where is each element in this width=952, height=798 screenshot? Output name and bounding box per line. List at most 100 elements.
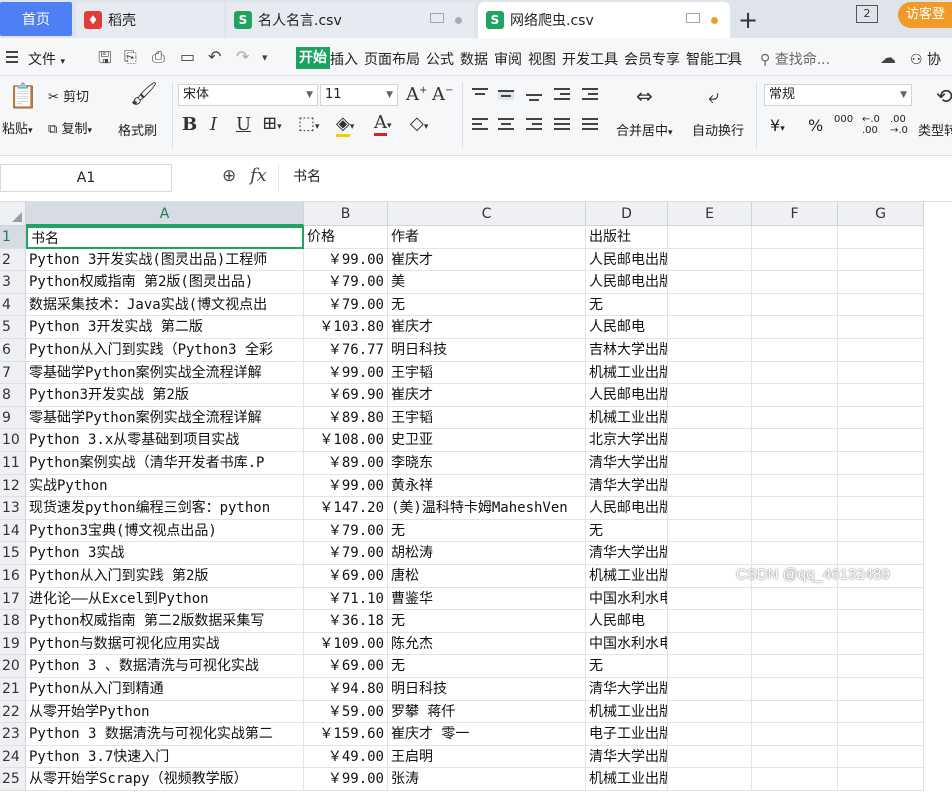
- row-header[interactable]: 17: [0, 587, 26, 611]
- table-cell[interactable]: [668, 271, 752, 294]
- row-header[interactable]: 19: [0, 632, 26, 656]
- table-cell[interactable]: ￥36.18: [304, 610, 388, 633]
- table-cell[interactable]: 李晓东: [388, 452, 586, 475]
- table-cell[interactable]: [752, 497, 838, 520]
- table-cell[interactable]: [668, 587, 752, 611]
- table-cell[interactable]: 进化论——从Excel到Python: [26, 587, 304, 611]
- table-cell[interactable]: [668, 723, 752, 746]
- underline-icon[interactable]: U: [236, 114, 251, 135]
- table-cell[interactable]: [838, 293, 924, 317]
- column-header-g[interactable]: G: [838, 202, 924, 226]
- active-cell[interactable]: 书名: [26, 226, 304, 249]
- table-cell[interactable]: 崔庆才: [388, 248, 586, 272]
- table-cell[interactable]: [752, 429, 838, 452]
- table-cell[interactable]: [752, 474, 838, 498]
- table-cell[interactable]: [668, 678, 752, 701]
- table-cell[interactable]: Python从入门到实践（Python3 全彩: [26, 339, 304, 362]
- table-cell[interactable]: 无: [586, 655, 668, 678]
- table-cell[interactable]: [838, 587, 924, 611]
- menu-start[interactable]: 开始: [296, 47, 330, 69]
- menu-review[interactable]: 审阅: [494, 49, 522, 69]
- table-cell[interactable]: ￥94.80: [304, 678, 388, 701]
- column-header-a[interactable]: A: [26, 202, 304, 226]
- table-cell[interactable]: [752, 587, 838, 611]
- table-cell[interactable]: [752, 248, 838, 272]
- table-cell[interactable]: 黄永祥: [388, 474, 586, 498]
- table-cell[interactable]: Python权威指南 第2版(图灵出品): [26, 271, 304, 294]
- menu-smart-tools[interactable]: 智能工具: [686, 49, 742, 69]
- table-cell[interactable]: ￥79.00: [304, 519, 388, 543]
- currency-format-button[interactable]: ¥▾: [770, 116, 785, 135]
- table-cell[interactable]: 张涛: [388, 768, 586, 791]
- align-center-icon[interactable]: [498, 118, 514, 133]
- table-cell[interactable]: [752, 632, 838, 656]
- row-header[interactable]: 22: [0, 700, 26, 724]
- row-header[interactable]: 11: [0, 452, 26, 475]
- cut-button[interactable]: ✂ 剪切: [48, 86, 89, 105]
- tab-status-dot-icon[interactable]: [455, 17, 462, 24]
- table-cell[interactable]: [668, 293, 752, 317]
- table-cell[interactable]: Python从入门到实践 第2版: [26, 565, 304, 588]
- quick-access-more-icon[interactable]: ▾: [262, 51, 268, 64]
- table-cell[interactable]: Python 3开发实战(图灵出品)工程师: [26, 248, 304, 272]
- name-box[interactable]: A1: [0, 164, 172, 192]
- table-cell[interactable]: 从零开始学Scrapy（视频教学版）: [26, 768, 304, 791]
- copy-button[interactable]: ⧉ 复制▾: [48, 118, 92, 137]
- table-cell[interactable]: [838, 700, 924, 724]
- table-cell[interactable]: 人民邮电出版社: [586, 384, 668, 407]
- row-header[interactable]: 14: [0, 519, 26, 543]
- row-header[interactable]: 21: [0, 678, 26, 701]
- table-cell[interactable]: ￥69.90: [304, 384, 388, 407]
- row-header[interactable]: 1: [0, 226, 26, 249]
- table-cell[interactable]: [668, 248, 752, 272]
- table-cell[interactable]: Python案例实战（清华开发者书库.P: [26, 452, 304, 475]
- select-all-button[interactable]: [0, 202, 26, 226]
- tab-docer[interactable]: ♦ 稻壳: [76, 2, 224, 38]
- tab-file-crawler[interactable]: S 网络爬虫.csv: [478, 2, 730, 38]
- justify-icon[interactable]: [554, 118, 570, 133]
- type-convert-icon[interactable]: ⟲: [936, 84, 952, 108]
- table-cell[interactable]: [838, 361, 924, 385]
- table-cell[interactable]: Python 3开发实战 第二版: [26, 316, 304, 339]
- table-cell[interactable]: [752, 271, 838, 294]
- table-cell[interactable]: [838, 497, 924, 520]
- command-search[interactable]: ⚲ 查找命...: [760, 49, 830, 69]
- zoom-lookup-icon[interactable]: ⊕: [222, 166, 236, 186]
- number-format-select[interactable]: 常规 ▼: [764, 84, 912, 106]
- table-cell[interactable]: [838, 248, 924, 272]
- clear-format-icon[interactable]: ◇▾: [410, 113, 428, 134]
- table-cell[interactable]: 明日科技: [388, 339, 586, 362]
- table-cell[interactable]: [668, 610, 752, 633]
- table-cell[interactable]: 罗攀 蒋仟: [388, 700, 586, 724]
- table-cell[interactable]: 清华大学出版社: [586, 474, 668, 498]
- table-cell[interactable]: [668, 384, 752, 407]
- table-cell[interactable]: 唐松: [388, 565, 586, 588]
- table-cell[interactable]: [838, 474, 924, 498]
- table-cell[interactable]: [752, 339, 838, 362]
- menu-member[interactable]: 会员专享: [624, 49, 680, 69]
- table-cell[interactable]: 中国水利水电出版社: [586, 632, 668, 656]
- table-cell[interactable]: 机械工业出版社: [586, 565, 668, 588]
- visitor-login-button[interactable]: 访客登: [898, 2, 952, 28]
- table-cell[interactable]: 清华大学出版社: [586, 542, 668, 565]
- table-cell[interactable]: [752, 293, 838, 317]
- column-header-e[interactable]: E: [668, 202, 752, 226]
- table-cell[interactable]: 王启明: [388, 745, 586, 769]
- table-cell[interactable]: [752, 226, 838, 249]
- row-header[interactable]: 20: [0, 655, 26, 678]
- table-cell[interactable]: 无: [388, 610, 586, 633]
- formula-input[interactable]: 书名: [278, 164, 952, 192]
- table-cell[interactable]: [838, 678, 924, 701]
- table-cell[interactable]: [838, 316, 924, 339]
- table-cell[interactable]: 出版社: [586, 226, 668, 249]
- table-cell[interactable]: [752, 452, 838, 475]
- table-cell[interactable]: [668, 429, 752, 452]
- align-right-icon[interactable]: [526, 118, 542, 133]
- monitor-icon[interactable]: [430, 13, 444, 23]
- table-cell[interactable]: [752, 406, 838, 430]
- table-cell[interactable]: 作者: [388, 226, 586, 249]
- table-cell[interactable]: Python3宝典(博文视点出品): [26, 519, 304, 543]
- table-cell[interactable]: [668, 497, 752, 520]
- table-cell[interactable]: Python 3 数据清洗与可视化实战第二: [26, 723, 304, 746]
- decrease-font-icon[interactable]: A−: [432, 84, 453, 105]
